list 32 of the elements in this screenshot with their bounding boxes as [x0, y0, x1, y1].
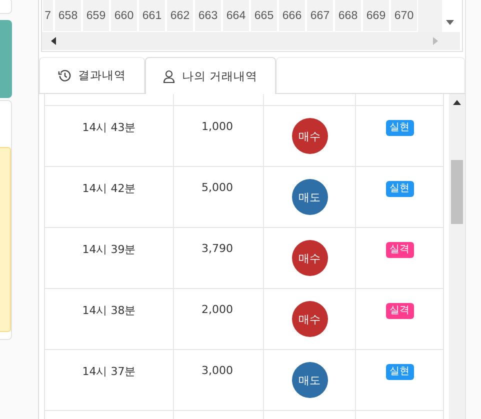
trade-type-badge: 매수	[292, 301, 328, 337]
result-tag: 실격	[386, 242, 414, 258]
horizontal-scrollbar[interactable]	[42, 32, 460, 50]
trade-time: 14시 42분	[82, 181, 136, 197]
caret-icon[interactable]	[446, 20, 454, 25]
trade-time: 14시 38분	[82, 303, 136, 319]
trade-amount: 3,000	[202, 364, 233, 379]
trade-amount: 2,000	[202, 303, 233, 318]
result-tag: 실현	[386, 364, 414, 380]
user-icon	[163, 70, 175, 82]
trade-amount: 3,790	[202, 242, 233, 257]
vertical-scrollbar[interactable]	[449, 94, 465, 419]
card-background	[0, 0, 12, 14]
trade-time: 14시 43분	[82, 120, 136, 136]
scroll-up-icon[interactable]	[453, 100, 461, 105]
scroll-right-icon[interactable]	[433, 37, 438, 45]
trade-amount: 5,000	[202, 181, 233, 196]
result-tag: 실격	[386, 303, 414, 319]
trade-type-badge: 매수	[292, 240, 328, 276]
scrollbar-thumb[interactable]	[451, 160, 463, 224]
scroll-left-icon[interactable]	[51, 37, 56, 45]
trade-time: 14시 37분	[82, 364, 136, 380]
trade-amount: 1,000	[202, 120, 233, 135]
tab[interactable]: 나의 거래내역	[145, 57, 276, 94]
tab[interactable]: 결과내역	[39, 57, 145, 93]
history-icon	[58, 69, 71, 82]
trade-time: 14시 39분	[82, 242, 136, 258]
result-tag: 실현	[386, 120, 414, 136]
result-tag: 실현	[386, 181, 414, 197]
trade-type-badge: 매수	[292, 118, 328, 154]
trade-type-badge: 매도	[292, 362, 328, 398]
trade-type-badge: 매도	[292, 179, 328, 215]
